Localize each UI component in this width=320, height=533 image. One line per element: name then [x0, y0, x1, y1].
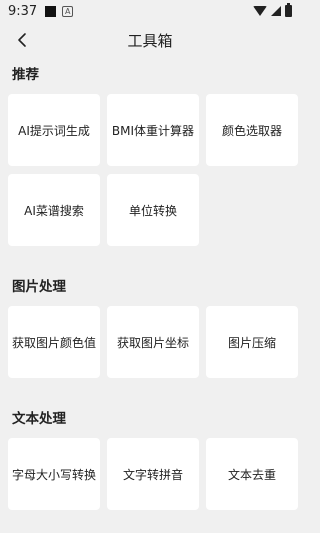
back-button[interactable]: [10, 28, 34, 52]
tool-card-image-coordinate[interactable]: 获取图片坐标: [107, 306, 199, 378]
page-title: 工具箱: [127, 31, 173, 50]
status-time: 9:37: [8, 3, 38, 19]
tool-card-ai-recipe[interactable]: AI菜谱搜索: [8, 174, 100, 246]
tool-card-ai-prompt[interactable]: AI提示词生成: [8, 94, 100, 166]
status-bar: 9:37 A: [0, 0, 300, 22]
tool-card-color-picker[interactable]: 颜色选取器: [206, 94, 298, 166]
section-title: 文本处理: [12, 411, 66, 427]
section-title: 推荐: [12, 67, 39, 83]
notification-square-icon: [45, 5, 57, 17]
app-bar: 工具箱: [0, 22, 300, 58]
section-image-processing: 图片处理 获取图片颜色值 获取图片坐标 图片压缩: [0, 272, 300, 378]
tool-card-image-compress[interactable]: 图片压缩: [206, 306, 298, 378]
tool-grid: 字母大小写转换 文字转拼音 文本去重: [0, 438, 300, 510]
tool-card-unit-convert[interactable]: 单位转换: [107, 174, 199, 246]
signal-icon: [271, 6, 281, 16]
section-recommended: 推荐 AI提示词生成 BMI体重计算器 颜色选取器 AI菜谱搜索 单位转换: [0, 60, 300, 246]
tool-grid: AI提示词生成 BMI体重计算器 颜色选取器 AI菜谱搜索 单位转换: [0, 94, 300, 246]
section-text-processing: 文本处理 字母大小写转换 文字转拼音 文本去重: [0, 404, 300, 510]
tool-grid: 获取图片颜色值 获取图片坐标 图片压缩: [0, 306, 300, 378]
tool-card-case-convert[interactable]: 字母大小写转换: [8, 438, 100, 510]
notification-app-icon: A: [62, 5, 74, 17]
chevron-left-icon: [18, 33, 26, 47]
tool-card-image-color[interactable]: 获取图片颜色值: [8, 306, 100, 378]
tool-card-bmi-calculator[interactable]: BMI体重计算器: [107, 94, 199, 166]
section-title: 图片处理: [12, 279, 66, 295]
battery-icon: [285, 3, 292, 17]
wifi-icon: [253, 6, 267, 16]
tool-card-text-dedupe[interactable]: 文本去重: [206, 438, 298, 510]
tool-list: 推荐 AI提示词生成 BMI体重计算器 颜色选取器 AI菜谱搜索 单位转换 图片…: [0, 58, 300, 510]
tool-card-text-to-pinyin[interactable]: 文字转拼音: [107, 438, 199, 510]
